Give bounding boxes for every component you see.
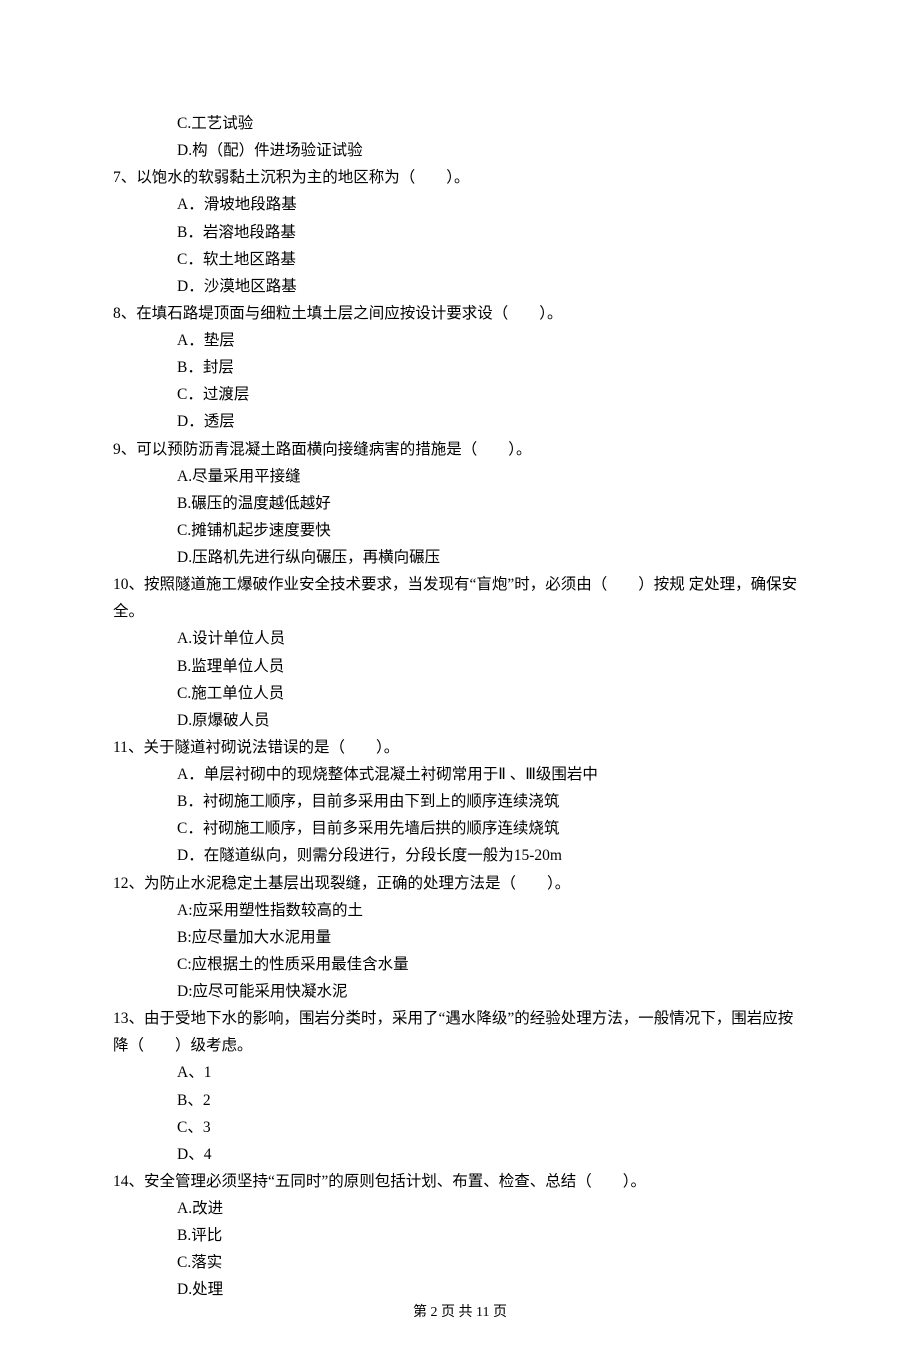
option-line: C.施工单位人员 (113, 680, 807, 707)
question-stem: 11、关于隧道衬砌说法错误的是（ ）。 (113, 734, 807, 761)
option-line: B:应尽量加大水泥用量 (113, 924, 807, 951)
option-line: C、3 (113, 1114, 807, 1141)
option-line: A:应采用塑性指数较高的土 (113, 897, 807, 924)
question-text: 关于隧道衬砌说法错误的是（ ）。 (143, 739, 399, 756)
option-line: C．衬砌施工顺序，目前多采用先墙后拱的顺序连续烧筑 (113, 815, 807, 842)
option-line: B、2 (113, 1087, 807, 1114)
option-line: D.原爆破人员 (113, 707, 807, 734)
question-number: 10 (113, 576, 129, 593)
option-line: D．沙漠地区路基 (113, 273, 807, 300)
option-line: A.尽量采用平接缝 (113, 463, 807, 490)
exam-page: C.工艺试验 D.构（配）件进场验证试验 7、以饱水的软弱黏土沉积为主的地区称为… (0, 0, 920, 1364)
question-stem: 8、在填石路堤顶面与细粒土填土层之间应按设计要求设（ ）。 (113, 300, 807, 327)
question-stem: 10、按照隧道施工爆破作业安全技术要求，当发现有“盲炮”时，必须由（ ）按规 定… (113, 571, 807, 625)
page-footer: 第 2 页 共 11 页 (0, 1301, 920, 1326)
option-line: D.压路机先进行纵向碾压，再横向碾压 (113, 544, 807, 571)
option-line: D．透层 (113, 408, 807, 435)
option-line: A.设计单位人员 (113, 625, 807, 652)
question-number: 9 (113, 441, 121, 458)
option-line: D.处理 (113, 1276, 807, 1303)
question-number: 14 (113, 1173, 129, 1190)
option-line: B.监理单位人员 (113, 653, 807, 680)
option-line: C.摊铺机起步速度要快 (113, 517, 807, 544)
option-line: D、4 (113, 1141, 807, 1168)
option-line: C．软土地区路基 (113, 246, 807, 273)
option-line: C.工艺试验 (113, 110, 807, 137)
question-number: 8 (113, 305, 121, 322)
question-stem: 7、以饱水的软弱黏土沉积为主的地区称为（ ）。 (113, 164, 807, 191)
option-line: D.构（配）件进场验证试验 (113, 137, 807, 164)
option-line: C:应根据土的性质采用最佳含水量 (113, 951, 807, 978)
question-stem: 9、可以预防沥青混凝土路面横向接缝病害的措施是（ ）。 (113, 436, 807, 463)
question-number: 13 (113, 1010, 129, 1027)
question-text: 为防止水泥稳定土基层出现裂缝，正确的处理方法是（ ）。 (144, 875, 570, 892)
option-line: B．封层 (113, 354, 807, 381)
question-text: 按照隧道施工爆破作业安全技术要求，当发现有“盲炮”时，必须由（ ）按规 定处理，… (113, 576, 797, 620)
question-stem: 13、由于受地下水的影响，围岩分类时，采用了“遇水降级”的经验处理方法，一般情况… (113, 1005, 807, 1059)
option-line: B．岩溶地段路基 (113, 219, 807, 246)
option-line: B.碾压的温度越低越好 (113, 490, 807, 517)
option-line: A．单层衬砌中的现烧整体式混凝土衬砌常用于Ⅱ 、Ⅲ级围岩中 (113, 761, 807, 788)
option-line: A、1 (113, 1059, 807, 1086)
option-line: B．衬砌施工顺序，目前多采用由下到上的顺序连续浇筑 (113, 788, 807, 815)
option-line: A．垫层 (113, 327, 807, 354)
question-text: 可以预防沥青混凝土路面横向接缝病害的措施是（ ）。 (136, 441, 531, 458)
question-number: 12 (113, 875, 129, 892)
question-stem: 14、安全管理必须坚持“五同时”的原则包括计划、布置、检查、总结（ ）。 (113, 1168, 807, 1195)
question-text: 在填石路堤顶面与细粒土填土层之间应按设计要求设（ ）。 (136, 305, 562, 322)
question-text: 安全管理必须坚持“五同时”的原则包括计划、布置、检查、总结（ ）。 (144, 1173, 646, 1190)
option-line: C.落实 (113, 1249, 807, 1276)
question-text: 以饱水的软弱黏土沉积为主的地区称为（ ）。 (136, 169, 469, 186)
question-number: 7 (113, 169, 121, 186)
option-line: B.评比 (113, 1222, 807, 1249)
option-line: D．在隧道纵向，则需分段进行，分段长度一般为15-20m (113, 842, 807, 869)
question-stem: 12、为防止水泥稳定土基层出现裂缝，正确的处理方法是（ ）。 (113, 870, 807, 897)
question-number: 11 (113, 739, 128, 756)
option-line: C．过渡层 (113, 381, 807, 408)
question-text: 由于受地下水的影响，围岩分类时，采用了“遇水降级”的经验处理方法，一般情况下，围… (113, 1010, 793, 1054)
option-line: A．滑坡地段路基 (113, 191, 807, 218)
option-line: D:应尽可能采用快凝水泥 (113, 978, 807, 1005)
option-line: A.改进 (113, 1195, 807, 1222)
